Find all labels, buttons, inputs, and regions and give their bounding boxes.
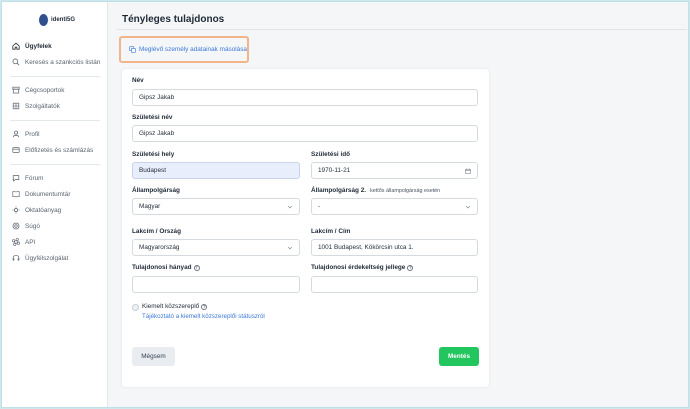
citizenship-value: Magyar	[139, 203, 161, 210]
ownership-share-label-text: Tulajdonosi hányad	[132, 264, 192, 271]
page-title: Tényleges tulajdonos	[122, 14, 225, 25]
birth-place-label: Születési hely	[132, 151, 175, 158]
book-icon	[12, 190, 20, 198]
pep-checkbox[interactable]	[132, 304, 139, 311]
ownership-nature-label-text: Tulajdonosi érdekeltség jellege	[311, 264, 406, 271]
logo-text: identi5G	[50, 17, 75, 23]
owner-form-card: Név Gipsz Jakab Születési név Gipsz Jaka…	[122, 69, 489, 387]
sidebar-item-label: Cégcsoportok	[25, 86, 65, 94]
citizenship2-label-text: Állampolgárság 2.	[311, 187, 367, 194]
sidebar-item-label: Profil	[25, 130, 40, 138]
info-icon[interactable]: ?	[193, 264, 200, 271]
archive-icon	[12, 86, 20, 94]
address-label: Lakcím / Cím	[311, 228, 351, 235]
divider	[117, 29, 687, 30]
residence-country-value: Magyarország	[139, 244, 180, 251]
sidebar-item-label: Fórum	[25, 174, 44, 182]
divider	[10, 76, 100, 77]
copy-existing-person-label: Meglévő személy adatainak másolása	[139, 46, 247, 53]
main-content: Tényleges tulajdonos Meglévő személy ada…	[109, 2, 688, 407]
pep-info-link[interactable]: Tájékoztató a kiemelt közszereplői státu…	[142, 313, 265, 320]
citizenship-label: Állampolgárság	[132, 187, 180, 194]
sidebar-item-label: Súgó	[25, 222, 40, 230]
sidebar-item-customer-service[interactable]: Ügyfélszolgálat	[12, 252, 68, 264]
search-icon	[12, 58, 20, 66]
sidebar-item-label: API	[25, 238, 36, 246]
cancel-button[interactable]: Mégsem	[132, 347, 175, 366]
divider	[10, 164, 100, 165]
ownership-share-input[interactable]	[132, 276, 300, 293]
info-icon[interactable]: ?	[407, 264, 414, 271]
chevron-down-icon	[465, 205, 471, 209]
residence-country-select[interactable]: Magyarország	[132, 239, 300, 256]
sidebar-item-label: Előfizetés és számlázás	[25, 146, 94, 154]
sidebar-item-search-sanctions[interactable]: Keresés a szankciós listán	[12, 56, 100, 68]
copy-icon	[129, 46, 136, 53]
birth-place-input[interactable]: Budapest	[132, 162, 300, 179]
ownership-nature-input[interactable]	[311, 276, 478, 293]
ownership-nature-label: Tulajdonosi érdekeltség jellege ?	[311, 264, 414, 271]
citizenship2-select[interactable]: -	[311, 198, 478, 215]
address-input[interactable]: 1001 Budapest, Kökörcsin utca 1.	[311, 239, 478, 256]
sidebar-item-forum[interactable]: Fórum	[12, 172, 43, 184]
save-button[interactable]: Mentés	[439, 347, 479, 366]
lightbulb-icon	[12, 206, 20, 214]
birth-date-input[interactable]: 1970-11-21	[311, 162, 478, 179]
pep-label-text: Kiemelt közszereplő	[142, 303, 200, 310]
name-label: Név	[132, 77, 144, 84]
logo-icon	[39, 14, 48, 26]
home-icon	[12, 42, 20, 50]
sidebar-item-label: Szolgáltatók	[25, 102, 60, 110]
sidebar-item-documents[interactable]: Dokumentumtár	[12, 188, 70, 200]
sidebar-item-company-groups[interactable]: Cégcsoportok	[12, 84, 64, 96]
copy-existing-person-button[interactable]: Meglévő személy adatainak másolása	[119, 36, 249, 63]
app-window: identi5G Ügyfelek Keresés a szankciós li…	[1, 1, 689, 408]
sidebar-item-profile[interactable]: Profil	[12, 128, 40, 140]
user-icon	[12, 130, 20, 138]
command-icon	[12, 238, 20, 246]
citizenship2-label-hint: kettős állampolgárság esetén	[370, 187, 441, 194]
logo[interactable]: identi5G	[39, 10, 75, 30]
residence-country-label: Lakcím / Ország	[132, 228, 182, 235]
birth-date-label: Születési idő	[311, 151, 351, 158]
sidebar-item-ugyfelek[interactable]: Ügyfelek	[12, 40, 52, 52]
sidebar-item-label: Ügyfelek	[25, 42, 52, 50]
chevron-down-icon	[287, 205, 293, 209]
sidebar-item-label: Ügyfélszolgálat	[25, 254, 69, 262]
calendar-icon[interactable]	[465, 168, 471, 174]
pep-label: Kiemelt közszereplő ?	[142, 303, 208, 310]
info-icon[interactable]: ?	[201, 303, 208, 310]
sidebar-item-help[interactable]: Súgó	[12, 220, 40, 232]
name-input[interactable]: Gipsz Jakab	[132, 89, 478, 106]
sidebar-item-tutorial[interactable]: Oktatóanyag	[12, 204, 61, 216]
sidebar-item-label: Keresés a szankciós listán	[25, 58, 101, 66]
birth-name-label: Születési név	[132, 114, 173, 121]
sidebar: identi5G Ügyfelek Keresés a szankciós li…	[2, 2, 108, 407]
chevron-down-icon	[287, 246, 293, 250]
citizenship2-label: Állampolgárság 2. kettős állampolgárság …	[311, 187, 440, 194]
building-icon	[12, 102, 20, 110]
headset-icon	[12, 254, 20, 262]
sidebar-item-label: Dokumentumtár	[25, 190, 71, 198]
sidebar-item-subscription[interactable]: Előfizetés és számlázás	[12, 144, 93, 156]
citizenship2-value: -	[318, 203, 321, 210]
credit-card-icon	[12, 146, 20, 154]
divider	[10, 120, 100, 121]
birth-date-value: 1970-11-21	[318, 167, 351, 174]
chat-icon	[12, 174, 20, 182]
help-icon	[12, 222, 20, 230]
birth-name-input[interactable]: Gipsz Jakab	[132, 125, 478, 142]
sidebar-item-providers[interactable]: Szolgáltatók	[12, 100, 60, 112]
citizenship-select[interactable]: Magyar	[132, 198, 300, 215]
ownership-share-label: Tulajdonosi hányad ?	[132, 264, 200, 271]
sidebar-item-label: Oktatóanyag	[25, 206, 62, 214]
sidebar-item-api[interactable]: API	[12, 236, 35, 248]
